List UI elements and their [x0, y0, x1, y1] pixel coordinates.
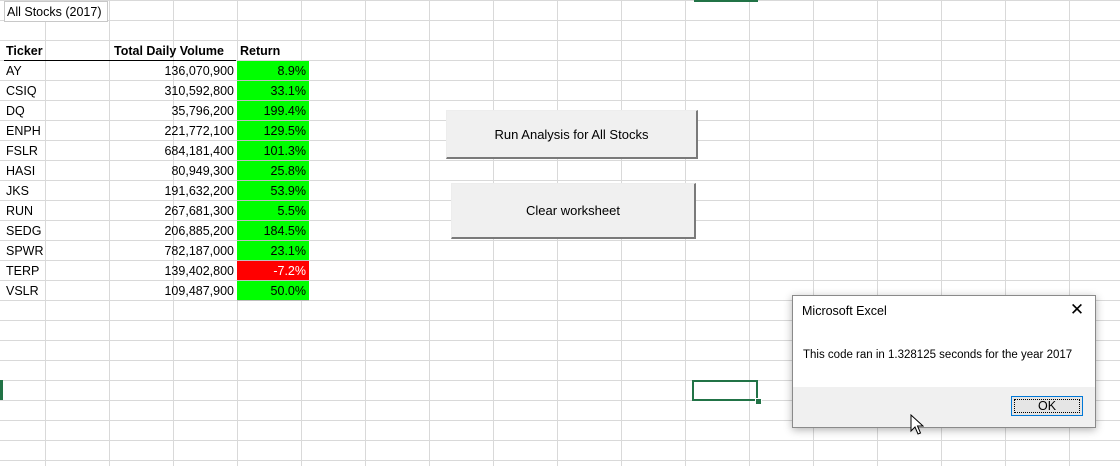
run-analysis-button[interactable]: Run Analysis for All Stocks: [446, 110, 698, 159]
fill-handle[interactable]: [755, 398, 762, 405]
ticker-cell[interactable]: AY: [4, 61, 112, 81]
return-cell[interactable]: 53.9%: [237, 181, 309, 201]
dialog-message: This code ran in 1.328125 seconds for th…: [803, 349, 1073, 361]
dialog-title: Microsoft Excel: [802, 304, 887, 318]
volume-cell[interactable]: 267,681,300: [112, 201, 236, 221]
return-cell[interactable]: 129.5%: [237, 121, 309, 141]
volume-cell[interactable]: 35,796,200: [112, 101, 236, 121]
volume-cell[interactable]: 109,487,900: [112, 281, 236, 301]
ticker-cell[interactable]: FSLR: [4, 141, 112, 161]
ticker-header[interactable]: Ticker: [4, 41, 112, 61]
column-selection-indicator: [694, 0, 758, 2]
ticker-cell[interactable]: SEDG: [4, 221, 112, 241]
volume-cell[interactable]: 136,070,900: [112, 61, 236, 81]
return-cell[interactable]: 8.9%: [237, 61, 309, 81]
volume-cell[interactable]: 206,885,200: [112, 221, 236, 241]
volume-cell[interactable]: 80,949,300: [112, 161, 236, 181]
ticker-cell[interactable]: ENPH: [4, 121, 112, 141]
active-cell[interactable]: [692, 380, 758, 401]
volume-cell[interactable]: 310,592,800: [112, 81, 236, 101]
row-selection-indicator: [0, 380, 3, 400]
volume-header[interactable]: Total Daily Volume: [112, 41, 236, 61]
ticker-cell[interactable]: SPWR: [4, 241, 112, 261]
ok-button[interactable]: OK: [1011, 396, 1083, 416]
ticker-cell[interactable]: VSLR: [4, 281, 112, 301]
volume-cell[interactable]: 221,772,100: [112, 121, 236, 141]
volume-cell[interactable]: 782,187,000: [112, 241, 236, 261]
ticker-cell[interactable]: HASI: [4, 161, 112, 181]
return-cell[interactable]: 5.5%: [237, 201, 309, 221]
return-cell[interactable]: 101.3%: [237, 141, 309, 161]
clear-worksheet-button[interactable]: Clear worksheet: [451, 183, 696, 239]
mouse-pointer-icon: [910, 414, 924, 435]
ticker-cell[interactable]: DQ: [4, 101, 112, 121]
close-icon[interactable]: ✕: [1067, 300, 1087, 320]
return-cell[interactable]: 33.1%: [237, 81, 309, 101]
volume-cell[interactable]: 191,632,200: [112, 181, 236, 201]
return-cell[interactable]: 50.0%: [237, 281, 309, 301]
return-cell[interactable]: -7.2%: [237, 261, 309, 281]
ticker-cell[interactable]: RUN: [4, 201, 112, 221]
volume-cell[interactable]: 139,402,800: [112, 261, 236, 281]
sheet-title-cell[interactable]: All Stocks (2017): [4, 1, 108, 22]
return-cell[interactable]: 25.8%: [237, 161, 309, 181]
volume-cell[interactable]: 684,181,400: [112, 141, 236, 161]
ticker-cell[interactable]: CSIQ: [4, 81, 112, 101]
return-header[interactable]: Return: [237, 41, 309, 61]
return-cell[interactable]: 184.5%: [237, 221, 309, 241]
ticker-cell[interactable]: TERP: [4, 261, 112, 281]
return-cell[interactable]: 23.1%: [237, 241, 309, 261]
message-box: Microsoft Excel ✕ This code ran in 1.328…: [792, 295, 1096, 428]
ticker-cell[interactable]: JKS: [4, 181, 112, 201]
return-cell[interactable]: 199.4%: [237, 101, 309, 121]
